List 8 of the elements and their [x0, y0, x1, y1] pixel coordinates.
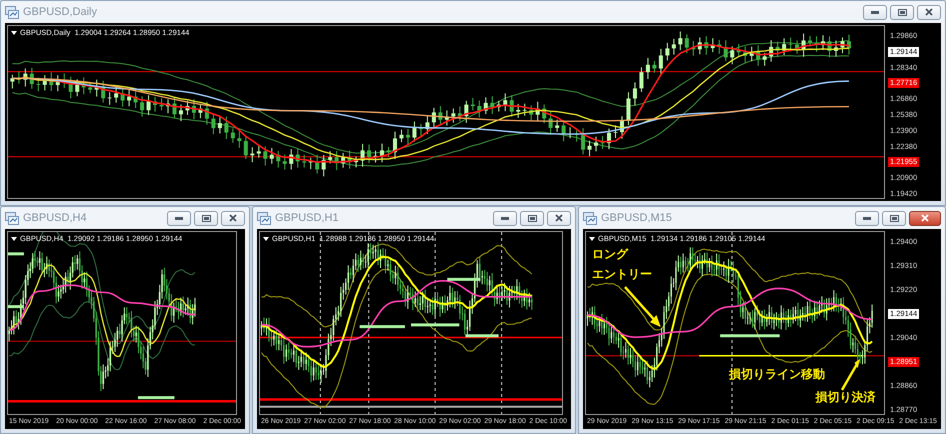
annotation-text: 損切り決済: [815, 390, 876, 404]
window-title: GBPUSD,H4: [23, 210, 87, 226]
window-title: GBPUSD,M15: [601, 210, 672, 226]
annotation-text: ロング: [592, 246, 628, 261]
annotation-text: エントリー: [592, 266, 652, 281]
window-title: GBPUSD,H1: [275, 210, 339, 226]
window-title: GBPUSD,Daily: [23, 4, 97, 20]
annotation-text: 損切りライン移動: [729, 366, 826, 381]
